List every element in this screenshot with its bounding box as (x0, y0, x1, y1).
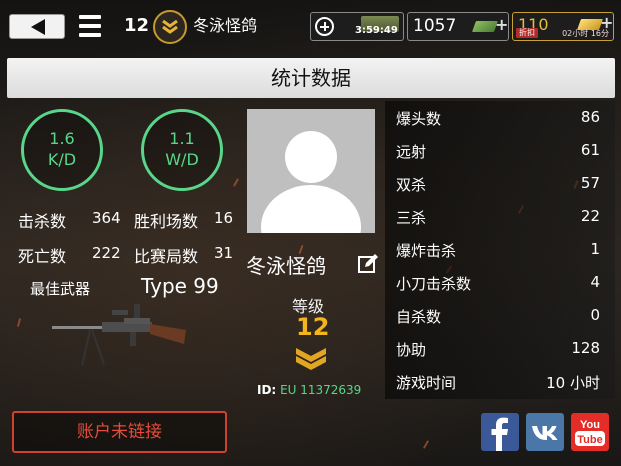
stat-value: 57 (580, 174, 600, 192)
stat-row: 爆炸击杀 1 (385, 233, 615, 266)
rank-chevron-icon (162, 20, 178, 34)
stat-row: 小刀击杀数 4 (385, 266, 615, 299)
stat-row: 游戏时间 10 小时 (385, 365, 615, 398)
kills-value: 364 (92, 209, 121, 227)
stat-label: 自杀数 (396, 308, 442, 326)
stat-row: 三杀 22 (385, 200, 615, 233)
best-weapon-name: Type 99 (141, 274, 219, 298)
sale-tag: 折扣 (516, 28, 538, 38)
svg-text:Tube: Tube (577, 434, 602, 446)
kd-label: K/D (47, 150, 77, 169)
stat-label: 小刀击杀数 (396, 275, 472, 293)
back-arrow-icon (31, 19, 45, 35)
matches-value: 31 (214, 244, 234, 262)
kills-label: 击杀数 (18, 212, 67, 231)
stat-value: 10 小时 (546, 374, 600, 392)
stat-label: 游戏时间 (396, 374, 457, 392)
stat-value: 0 (590, 306, 600, 324)
stat-value: 1 (590, 240, 600, 258)
facebook-button[interactable] (481, 413, 519, 451)
machine-gun-icon (52, 304, 186, 367)
gold-balance[interactable]: 110 + 折扣 02小时 16分 (512, 12, 614, 41)
plus-icon[interactable] (315, 17, 334, 36)
stat-value: 61 (580, 141, 600, 159)
rank-chevron-icon (296, 348, 326, 370)
edit-icon[interactable] (358, 254, 378, 274)
top-bar: 12 冬泳怪鸽 3:59:49 1057 + 110 + 折扣 02小时 16分 (0, 0, 621, 54)
stat-row: 协助 128 (385, 332, 615, 365)
avatar[interactable] (247, 109, 375, 233)
facebook-icon (491, 417, 508, 451)
player-id: ID: EU 11372639 (257, 383, 361, 397)
add-cash-icon[interactable]: + (495, 15, 508, 34)
vk-icon (532, 426, 558, 440)
stat-label: 爆头数 (396, 110, 442, 128)
stat-label: 协助 (396, 341, 427, 359)
wd-ratio-ring: 1.1 W/D (141, 109, 223, 191)
timer-text: 3:59:49 (355, 25, 398, 36)
stat-row: 自杀数 0 (385, 299, 615, 332)
deaths-label: 死亡数 (18, 247, 67, 266)
youtube-icon: You Tube (575, 419, 605, 446)
wins-value: 16 (214, 209, 234, 227)
level-value: 12 (296, 313, 330, 341)
account-link-button[interactable]: 账户未链接 (12, 411, 227, 453)
account-link-label: 账户未链接 (77, 422, 162, 442)
stat-value: 128 (571, 339, 600, 357)
stat-label: 爆炸击杀 (396, 242, 457, 260)
stat-value: 4 (590, 273, 600, 291)
wins-label: 胜利场数 (134, 212, 199, 231)
stat-label: 三杀 (396, 209, 427, 227)
vk-button[interactable] (526, 413, 564, 451)
youtube-button[interactable]: You Tube (571, 413, 609, 451)
stat-row: 爆头数 86 (385, 101, 615, 134)
best-weapon-label: 最佳武器 (30, 280, 91, 298)
detailed-stats-table: 爆头数 86 远射 61 双杀 57 三杀 22 爆炸击杀 1 小刀击杀数 4 自杀数 0 协… (385, 101, 615, 399)
profile-name: 冬泳怪鸽 (246, 254, 326, 278)
matches-label: 比赛局数 (134, 247, 199, 266)
back-button[interactable] (9, 14, 65, 39)
cash-amount: 1057 (413, 16, 457, 36)
id-label: ID: (257, 383, 277, 397)
stat-row: 双杀 57 (385, 167, 615, 200)
stat-label: 远射 (396, 143, 427, 161)
stat-label: 双杀 (396, 176, 427, 194)
stat-value: 22 (580, 207, 600, 225)
kd-ratio-ring: 1.6 K/D (21, 109, 103, 191)
player-level: 12 (124, 15, 150, 36)
page-title: 统计数据 (271, 66, 351, 90)
player-name: 冬泳怪鸽 (193, 16, 258, 35)
stat-value: 86 (580, 108, 600, 126)
stat-row: 远射 61 (385, 134, 615, 167)
crate-timer[interactable]: 3:59:49 (310, 12, 404, 41)
wd-value: 1.1 (169, 129, 195, 148)
wd-label: W/D (165, 150, 199, 169)
deaths-value: 222 (92, 244, 121, 262)
default-avatar-icon (261, 131, 361, 233)
sale-time: 02小时 16分 (562, 29, 609, 38)
menu-icon[interactable] (79, 15, 101, 37)
id-value: EU 11372639 (280, 383, 362, 397)
svg-text:You: You (580, 419, 600, 431)
kd-value: 1.6 (49, 129, 75, 148)
rank-badge (153, 10, 187, 44)
cash-balance[interactable]: 1057 + (407, 12, 509, 41)
page-title-bar: 统计数据 (7, 58, 615, 98)
